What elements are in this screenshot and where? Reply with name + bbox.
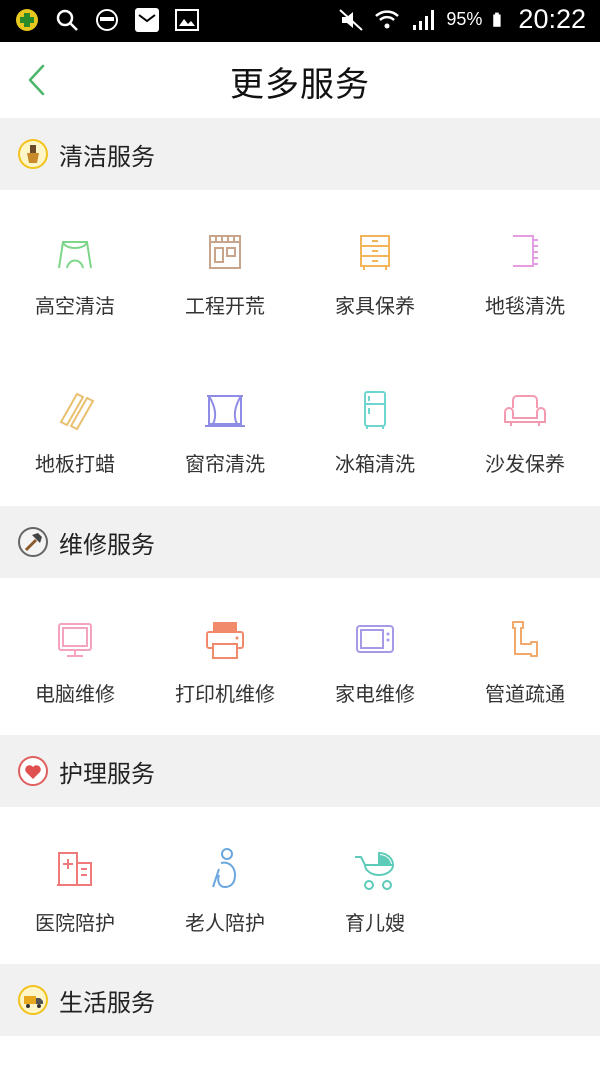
mute-icon (339, 8, 364, 31)
wifi-icon (375, 9, 400, 28)
service-floor-waxing[interactable]: 地板打蜡 (0, 348, 150, 506)
repair-services-grid: 电脑维修 打印机维修 家电维修 管道疏通 (0, 578, 600, 736)
service-label: 高空清洁 (35, 294, 115, 318)
app-header: 更多服务 (0, 42, 600, 118)
care-services-grid: 医院陪护 老人陪护 育儿嫂 (0, 807, 600, 965)
service-label: 地板打蜡 (35, 452, 115, 476)
status-bar: 95% 20:22 (0, 0, 600, 42)
service-fridge-cleaning[interactable]: 冰箱清洗 (300, 348, 450, 506)
mask-face-icon (96, 9, 118, 31)
sofa-icon (504, 395, 546, 426)
hammer-icon (18, 527, 48, 557)
clock: 20:22 (518, 4, 586, 34)
status-bar-right: 95% 20:22 (338, 4, 586, 35)
signal-icon (413, 9, 435, 30)
service-high-altitude-cleaning[interactable]: 高空清洁 (0, 190, 150, 348)
gallery-icon (175, 9, 199, 31)
section-title: 清洁服务 (59, 142, 155, 171)
service-furniture-care[interactable]: 家具保养 (300, 190, 450, 348)
service-label: 医院陪护 (35, 911, 115, 935)
app-notification-icon (16, 9, 38, 31)
service-label: 家具保养 (335, 294, 415, 318)
service-label: 冰箱清洗 (335, 452, 415, 476)
service-label: 电脑维修 (35, 682, 115, 706)
service-project-cleanup[interactable]: 工程开荒 (150, 190, 300, 348)
section-header-care: 护理服务 (0, 735, 600, 807)
status-bar-left (14, 7, 200, 33)
service-elderly-care[interactable]: 老人陪护 (150, 807, 300, 965)
service-label: 管道疏通 (485, 682, 565, 706)
service-sofa-care[interactable]: 沙发保养 (450, 348, 600, 506)
pipe-icon (512, 621, 538, 657)
heart-icon (18, 756, 48, 786)
shop-icon (135, 8, 159, 32)
broom-icon (18, 139, 48, 169)
service-label: 沙发保养 (485, 452, 565, 476)
service-appliance-repair[interactable]: 家电维修 (300, 578, 450, 736)
section-title: 生活服务 (59, 988, 155, 1017)
monitor-icon (58, 623, 92, 657)
fridge-icon (364, 391, 386, 429)
high-altitude-icon (58, 241, 92, 269)
service-carpet-cleaning[interactable]: 地毯清洗 (450, 190, 600, 348)
section-title: 护理服务 (59, 759, 155, 788)
stroller-icon (355, 851, 395, 890)
service-label: 工程开荒 (185, 294, 265, 318)
elder-icon (212, 848, 237, 889)
service-printer-repair[interactable]: 打印机维修 (150, 578, 300, 736)
building-icon (209, 235, 241, 269)
service-label: 地毯清洗 (485, 294, 565, 318)
carpet-icon (513, 235, 538, 267)
service-label: 育儿嫂 (345, 911, 405, 935)
battery-percent: 95% (446, 9, 483, 29)
service-computer-repair[interactable]: 电脑维修 (0, 578, 150, 736)
service-curtain-cleaning[interactable]: 窗帘清洗 (150, 348, 300, 506)
service-nanny[interactable]: 育儿嫂 (300, 807, 450, 965)
tv-icon (356, 625, 394, 653)
cabinet-icon (360, 235, 390, 270)
service-pipe-unclogging[interactable]: 管道疏通 (450, 578, 600, 736)
floorboard-icon (59, 392, 95, 431)
page-title: 更多服务 (230, 65, 370, 105)
service-label: 窗帘清洗 (185, 452, 265, 476)
service-label: 打印机维修 (175, 682, 275, 706)
service-label: 家电维修 (335, 682, 415, 706)
curtain-icon (205, 395, 245, 427)
service-label: 老人陪护 (185, 911, 265, 935)
cleaning-services-grid: 高空清洁 工程开荒 家具保养 地毯清洗 地板打蜡 窗帘清洗 冰箱清洗 沙发保养 (0, 190, 600, 506)
section-header-repair: 维修服务 (0, 506, 600, 578)
battery-icon (493, 12, 502, 27)
search-icon (56, 9, 78, 31)
section-header-life: 生活服务 (0, 964, 600, 1036)
section-header-cleaning: 清洁服务 (0, 118, 600, 190)
service-hospital-escort[interactable]: 医院陪护 (0, 807, 150, 965)
section-title: 维修服务 (59, 530, 155, 559)
truck-icon (18, 985, 48, 1015)
printer-icon (206, 622, 244, 659)
hospital-icon (57, 852, 92, 886)
